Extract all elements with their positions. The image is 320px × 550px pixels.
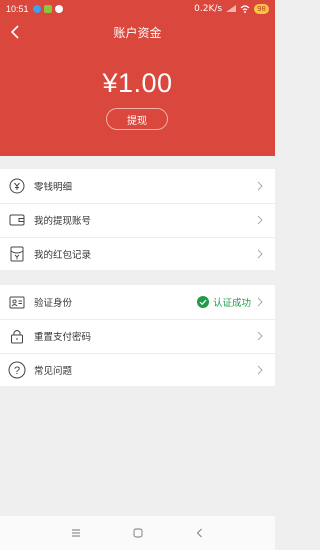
system-nav-bar bbox=[0, 516, 275, 550]
lock-icon bbox=[8, 327, 26, 345]
menu-item-red-envelope-records[interactable]: 我的红包记录 bbox=[0, 237, 275, 271]
verification-status-text: 认证成功 bbox=[212, 298, 251, 309]
balance-amount: ¥1.00 bbox=[102, 68, 173, 98]
chevron-right-icon bbox=[257, 331, 263, 341]
wallet-icon bbox=[8, 211, 26, 229]
menu-item-label: 我的红包记录 bbox=[34, 250, 92, 261]
menu-item-label: 我的提现账号 bbox=[34, 216, 92, 227]
question-icon: ? bbox=[8, 361, 26, 379]
header: 10:51 0.2K/s 98 账户资金 ¥1.00 提现 bbox=[0, 0, 275, 156]
status-bar: 10:51 0.2K/s 98 bbox=[0, 0, 275, 18]
chevron-right-icon bbox=[257, 297, 263, 307]
chevron-right-icon bbox=[257, 181, 263, 191]
app-notification-icon bbox=[54, 5, 63, 13]
id-card-icon bbox=[8, 293, 26, 311]
withdraw-button[interactable]: 提现 bbox=[106, 108, 168, 130]
status-time: 10:51 bbox=[6, 4, 29, 14]
menu-item-change-details[interactable]: 零钱明细 bbox=[0, 169, 275, 203]
back-nav-icon[interactable] bbox=[193, 526, 207, 540]
verification-status: 认证成功 bbox=[196, 295, 251, 309]
menu-item-faq[interactable]: ? 常见问题 bbox=[0, 353, 275, 387]
menu-item-label: 零钱明细 bbox=[34, 182, 73, 193]
check-circle-icon bbox=[196, 296, 209, 308]
back-icon[interactable] bbox=[8, 24, 24, 40]
menu-item-reset-payment-password[interactable]: 重置支付密码 bbox=[0, 319, 275, 353]
menu-icon[interactable] bbox=[69, 526, 83, 540]
page-title: 账户资金 bbox=[113, 25, 162, 40]
svg-text:?: ? bbox=[14, 365, 20, 377]
menu-item-verify-identity[interactable]: 验证身份 认证成功 bbox=[0, 285, 275, 319]
chevron-right-icon bbox=[257, 249, 263, 259]
app-notification-icon bbox=[32, 5, 41, 13]
app-notification-icon bbox=[43, 5, 52, 13]
chevron-right-icon bbox=[257, 365, 263, 375]
nav-bar: 账户资金 bbox=[0, 18, 275, 46]
menu-item-label: 重置支付密码 bbox=[34, 332, 92, 343]
menu-item-label: 常见问题 bbox=[34, 366, 73, 377]
home-icon[interactable] bbox=[131, 526, 145, 540]
red-envelope-icon bbox=[8, 245, 26, 263]
chevron-right-icon bbox=[257, 215, 263, 225]
menu-group-funds: 零钱明细 我的提现账号 我的红包记录 bbox=[0, 169, 275, 270]
battery-icon: 98 bbox=[254, 4, 269, 14]
wifi-icon bbox=[240, 5, 250, 13]
menu-item-withdraw-account[interactable]: 我的提现账号 bbox=[0, 203, 275, 237]
menu-group-security: 验证身份 认证成功 重置支付密码 ? 常见问题 bbox=[0, 285, 275, 386]
network-speed: 0.2K/s bbox=[194, 4, 223, 14]
menu-item-label: 验证身份 bbox=[34, 298, 73, 309]
coin-icon bbox=[8, 177, 26, 195]
notification-icons bbox=[32, 5, 63, 13]
signal-icon bbox=[226, 5, 237, 12]
